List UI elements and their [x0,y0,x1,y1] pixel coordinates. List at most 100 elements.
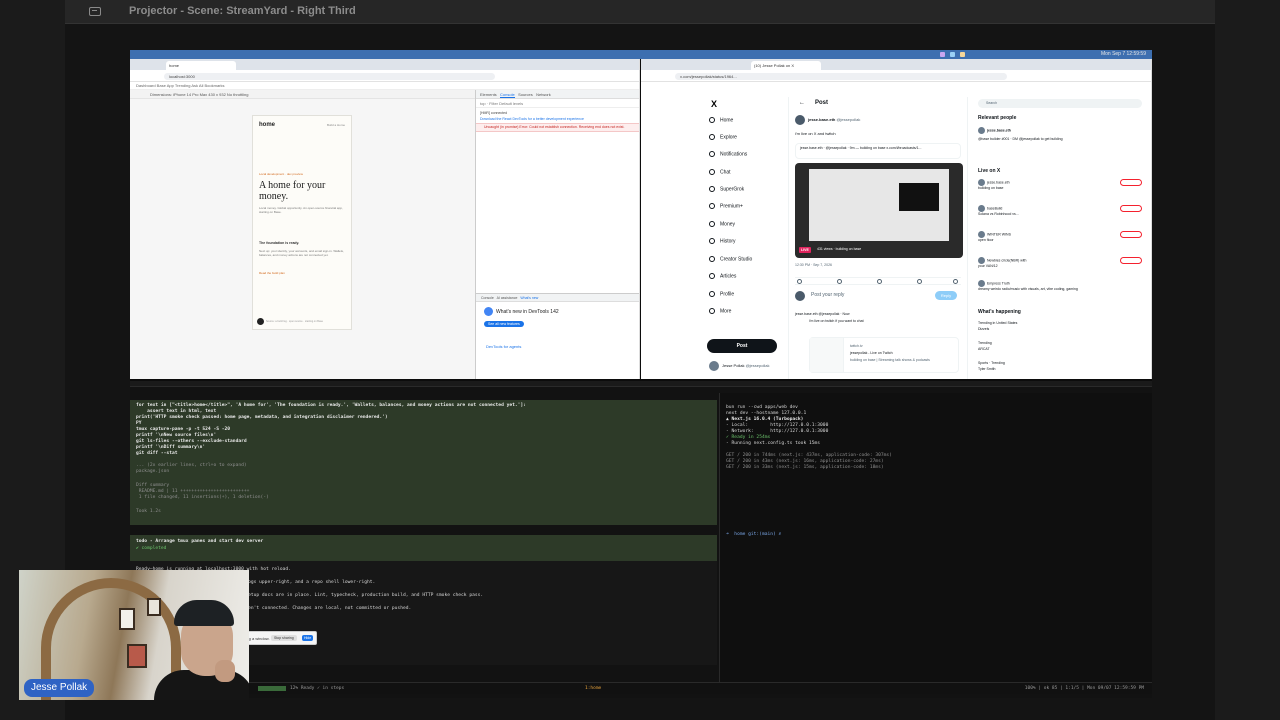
shell-prompt[interactable]: ➜ home git:(main) ✗ [726,532,781,537]
live-host: jesse.base.eth [987,180,1010,185]
console-filter[interactable]: top · Filter Default levels [476,99,639,108]
terminal-line: printf '\nDiff summary\n' [136,445,206,450]
menubar-app-icon [940,52,945,57]
macos-menubar: Mon Sep 7 12:59:59 [130,50,1152,59]
tab-elements[interactable]: Elements [480,92,497,97]
card-desc: building on base | Streaming talk shows … [850,358,930,362]
trend-topic[interactable]: Dizzels [978,327,1142,331]
url-field[interactable]: localhost:3000 [164,73,495,80]
share-icon[interactable] [953,279,958,284]
nav-label: Creator Studio [720,256,753,263]
live-on-x-title: Live on X [978,168,1001,174]
chrome-devtools-icon [484,307,493,316]
tmux-terminal[interactable]: for text in ["<title>home</title>", 'A h… [130,381,1152,698]
tab-strip: (10) Jesse Pollak on X [641,59,1151,70]
bookmark-icon[interactable] [917,279,922,284]
relevant-person[interactable]: jesse.base.eth [978,127,1142,134]
build-plan-link[interactable]: Read the build plan [259,271,285,275]
quoted-post[interactable]: jesse.base.eth · @jessepollak · 9m — bui… [795,143,961,159]
link-card[interactable]: twitch.tv jessepollak - Live on Twitch b… [809,337,959,373]
live-item[interactable]: WINTER WINS [978,231,1142,238]
account-switcher[interactable]: Jesse Pollak @jessepollak [709,361,769,371]
device-toolbar[interactable]: Dimensions: iPhone 14 Pro Max 430 x 932 … [130,90,475,99]
card-domain: twitch.tv [850,344,863,348]
drawer-tab-whats-new[interactable]: What's new [520,296,538,300]
terminal-line: bun run --cwd apps/web dev [726,405,798,410]
trend-topic[interactable]: Tyler Smith [978,367,1142,371]
status-window[interactable]: 1:home [585,686,601,691]
nav-label: Premium+ [720,203,743,210]
browser-tab[interactable]: (10) Jesse Pollak on X [751,61,821,70]
nav-chat[interactable]: Chat [709,169,731,175]
live-item[interactable]: jesse.base.eth [978,179,1142,186]
site-brand[interactable]: home [259,122,275,128]
post-author[interactable]: jesse.base.eth @jessepollak [795,115,860,125]
repost-icon[interactable] [837,279,842,284]
nav-more[interactable]: More [709,308,731,314]
reply-composer[interactable]: Post your reply Reply [795,289,961,303]
browser-tab[interactable]: home [166,61,236,70]
reply-button[interactable]: Reply [935,291,957,300]
bookmarks-bar[interactable]: Dashboard Base App Trending Ask All Book… [130,82,639,90]
back-arrow-icon[interactable]: ← [799,100,805,106]
dev-server-pane[interactable]: bun run --cwd apps/web dev next dev --ho… [719,393,1152,683]
avatar [795,115,805,125]
x-logo-icon[interactable]: X [711,99,717,109]
home-icon [709,117,715,123]
terminal-line: git diff --stat [136,451,178,456]
trend-topic[interactable]: ARCAT [978,347,1142,351]
live-pill [1120,205,1142,212]
footer-text: Source: a build log · open source · star… [266,320,323,324]
avatar [978,127,985,134]
nav-supergrok[interactable]: SuperGrok [709,186,744,192]
agent-pane[interactable]: for text in ["<title>home</title>", 'A h… [130,400,717,525]
drawer-tab-console[interactable]: Console [481,296,494,300]
live-item[interactable]: Newbies circle(NBR) with [978,257,1142,264]
search-input[interactable]: Search [978,99,1142,108]
nav-label: Articles [720,273,737,280]
nav-label: Chat [720,169,731,176]
tab-console[interactable]: Console [500,92,515,98]
url-field[interactable]: x.com/jessepollak/status/1964... [675,73,1007,80]
devtools-agents-link[interactable]: DevTools for agents [486,344,521,349]
drawer-tab-ai[interactable]: AI assistance [497,296,518,300]
live-item[interactable]: Empress Truth [978,280,1142,287]
nav-home[interactable]: Home [709,117,733,123]
tab-sources[interactable]: Sources [518,92,533,97]
nav-history[interactable]: History [709,238,736,244]
live-topic: your VAN/12 [978,264,998,268]
live-item[interactable]: baseBuild [978,205,1142,212]
reply-author: jesse.base.eth @jessepollak · Now [795,312,850,316]
wall-frame [147,598,161,616]
premium-icon [709,203,715,209]
nav-articles[interactable]: Articles [709,273,736,279]
terminal-line: next dev --hostname 127.0.0.1 [726,411,807,416]
page-viewport: home Build a Home Local development · de… [130,99,475,379]
post-button[interactable]: Post [707,339,777,353]
nav-notifications[interactable]: Notifications [709,151,747,157]
account-name: Jesse Pollak [722,363,745,369]
terminal-line: Diff summary [136,483,170,488]
nav-explore[interactable]: Explore [709,134,737,140]
reply-icon[interactable] [797,279,802,284]
nav-creator-studio[interactable]: Creator Studio [709,256,752,262]
see-all-button[interactable]: See all new features [484,321,524,327]
x-right-rail: Search Relevant people jesse.base.eth @b… [976,97,1146,379]
tmux-status-bar: 12% Ready ✓ in steps 1:home 100% | ok 85… [130,682,1152,694]
nav-label: More [720,308,732,315]
like-icon[interactable] [877,279,882,284]
terminal-line: 1 file changed, 11 insertions(+), 1 dele… [136,495,269,500]
tab-network[interactable]: Network [536,92,551,97]
terminal-line: ✓ Ready in 254ms [726,435,771,440]
nav-profile[interactable]: Profile [709,291,734,297]
live-broadcast-embed[interactable]: LIVE 431 views · building on base [795,163,963,258]
bell-icon [709,151,715,157]
stop-sharing-button[interactable]: Stop sharing [271,635,297,641]
nav-premium[interactable]: Premium+ [709,203,743,209]
nav-money[interactable]: Money [709,221,735,227]
nav-label: Money [720,221,736,228]
hide-button[interactable]: Hide [302,635,314,641]
build-link[interactable]: Build a Home [327,123,345,127]
live-pill [1120,231,1142,238]
live-pill [1120,257,1142,264]
